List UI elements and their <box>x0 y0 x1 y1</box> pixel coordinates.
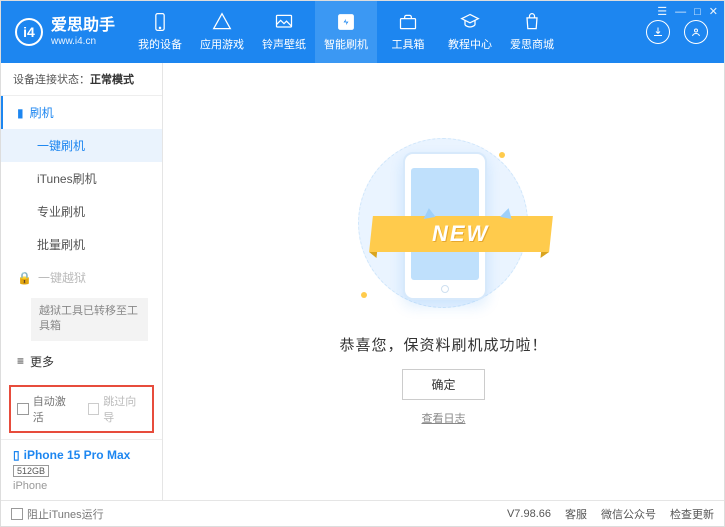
footer-service[interactable]: 客服 <box>565 506 587 522</box>
top-nav: 我的设备 应用游戏 铃声壁纸 智能刷机 工具箱 教程中心 <box>129 1 646 63</box>
jailbreak-note: 越狱工具已转移至工具箱 <box>31 298 148 341</box>
brand-title: 爱思助手 <box>51 16 115 35</box>
download-button[interactable] <box>646 20 670 44</box>
nav-my-device[interactable]: 我的设备 <box>129 1 191 63</box>
new-badge: NEW <box>433 221 490 247</box>
user-button[interactable] <box>684 20 708 44</box>
tutorial-icon <box>460 12 480 32</box>
device-status: 设备连接状态：正常模式 <box>1 63 162 96</box>
footer-wechat[interactable]: 微信公众号 <box>601 506 656 522</box>
device-icon <box>150 12 170 32</box>
sidebar-item-onekey-flash[interactable]: 一键刷机 <box>1 129 162 162</box>
sidebar-item-other-tools[interactable]: 其他工具 <box>1 378 162 379</box>
sidebar-item-pro-flash[interactable]: 专业刷机 <box>1 195 162 228</box>
footer-update[interactable]: 检查更新 <box>670 506 714 522</box>
app-icon <box>212 12 232 32</box>
brand-logo-icon: i4 <box>15 18 43 46</box>
shop-icon <box>522 12 542 32</box>
tray-icon[interactable]: ☰ <box>657 5 667 18</box>
sidebar-group-more[interactable]: ≡ 更多 <box>1 345 162 378</box>
nav-label: 工具箱 <box>392 36 425 52</box>
flash-icon <box>336 12 356 32</box>
main-content: NEW 恭喜您，保资料刷机成功啦！ 确定 查看日志 <box>163 63 724 500</box>
lock-icon: 🔒 <box>17 271 32 285</box>
nav-label: 应用游戏 <box>200 36 244 52</box>
nav-tutorial[interactable]: 教程中心 <box>439 1 501 63</box>
sidebar-item-batch-flash[interactable]: 批量刷机 <box>1 228 162 261</box>
sidebar-group-flash[interactable]: ▮ 刷机 <box>1 96 162 129</box>
sidebar: 设备连接状态：正常模式 ▮ 刷机 一键刷机 iTunes刷机 专业刷机 批量刷机… <box>1 63 163 500</box>
nav-apps[interactable]: 应用游戏 <box>191 1 253 63</box>
device-type: iPhone <box>13 480 150 492</box>
nav-flash[interactable]: 智能刷机 <box>315 1 377 63</box>
checkbox-auto-activate[interactable]: 自动激活 <box>17 393 76 425</box>
header: i4 爱思助手 www.i4.cn 我的设备 应用游戏 铃声壁纸 智能刷机 <box>1 1 724 63</box>
nav-label: 我的设备 <box>138 36 182 52</box>
wallpaper-icon <box>274 12 294 32</box>
ok-button[interactable]: 确定 <box>402 369 484 400</box>
nav-label: 铃声壁纸 <box>262 36 306 52</box>
version-label: V7.98.66 <box>507 508 551 520</box>
phone-small-icon: ▯ <box>13 448 20 462</box>
success-illustration: NEW <box>353 138 533 318</box>
connected-device[interactable]: ▯ iPhone 15 Pro Max 512GB iPhone <box>1 439 162 500</box>
phone-icon: ▮ <box>17 106 24 120</box>
menu-icon: ≡ <box>17 354 24 368</box>
options-highlight-box: 自动激活 跳过向导 <box>9 385 154 433</box>
footer: 阻止iTunes运行 V7.98.66 客服 微信公众号 检查更新 <box>1 500 724 526</box>
nav-label: 教程中心 <box>448 36 492 52</box>
sidebar-item-itunes-flash[interactable]: iTunes刷机 <box>1 162 162 195</box>
brand: i4 爱思助手 www.i4.cn <box>1 1 129 63</box>
brand-subtitle: www.i4.cn <box>51 36 115 48</box>
checkbox-skip-guide[interactable]: 跳过向导 <box>88 393 147 425</box>
maximize-icon[interactable]: □ <box>694 6 701 18</box>
sidebar-group-jailbreak: 🔒 一键越狱 <box>1 261 162 294</box>
success-message: 恭喜您，保资料刷机成功啦！ <box>339 334 547 355</box>
close-icon[interactable]: ✕ <box>709 5 718 18</box>
nav-wallpaper[interactable]: 铃声壁纸 <box>253 1 315 63</box>
device-storage: 512GB <box>13 465 49 477</box>
toolbox-icon <box>398 12 418 32</box>
checkbox-block-itunes[interactable]: 阻止iTunes运行 <box>11 506 104 522</box>
nav-label: 智能刷机 <box>324 36 368 52</box>
nav-shop[interactable]: 爱思商城 <box>501 1 563 63</box>
nav-label: 爱思商城 <box>510 36 554 52</box>
minimize-icon[interactable]: — <box>675 6 686 18</box>
nav-toolbox[interactable]: 工具箱 <box>377 1 439 63</box>
view-log-link[interactable]: 查看日志 <box>421 410 465 426</box>
